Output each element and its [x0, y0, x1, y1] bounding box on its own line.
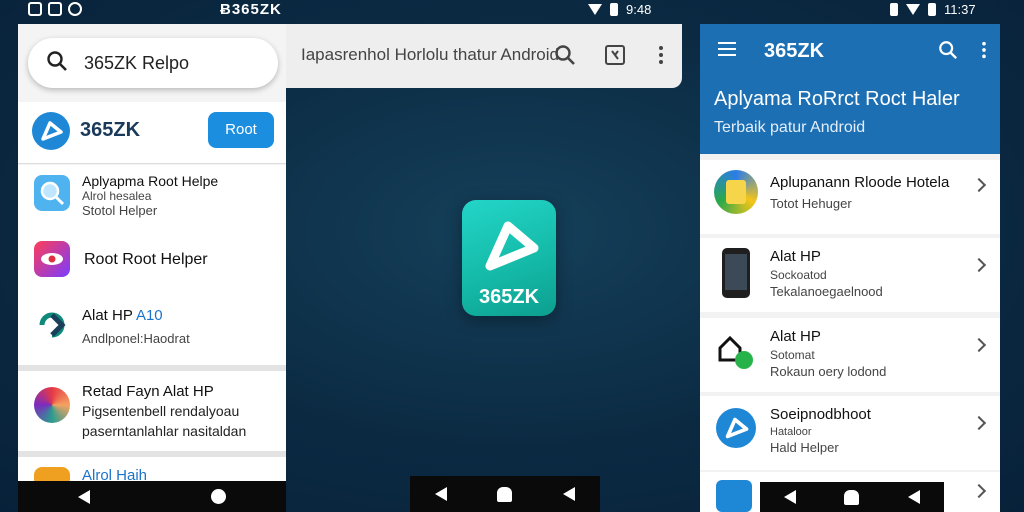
eye-app-icon [34, 241, 70, 277]
magnifier-app-icon [34, 175, 70, 211]
subheadline: Terbaik patur Android [714, 119, 866, 136]
app-logo-icon [32, 112, 70, 150]
back-icon[interactable] [78, 489, 91, 504]
recents-icon[interactable] [562, 487, 575, 501]
app-logo-icon [716, 480, 752, 512]
notification-icon [28, 2, 42, 16]
phone-icon [722, 248, 750, 298]
list-item-title: Aplyapma Root Helpe [82, 173, 219, 189]
connect-icon [718, 335, 753, 369]
app-launcher-icon[interactable]: 365ZK [462, 200, 556, 316]
android-navbar [18, 481, 286, 512]
status-bar-center-text: Ƀ365ZK [220, 1, 282, 18]
list-item-subtitle: Sotomat [770, 348, 815, 362]
headline: Aplyama RoRrct Roct Haler [714, 88, 960, 110]
list-item-title: Root Root Helper [84, 251, 208, 268]
list-item-subtitle: Tekalanoegaelnood [770, 284, 883, 299]
list-item-subtitle: Stotol Helper [82, 203, 158, 218]
status-bar-right: 11:37 [890, 2, 976, 17]
list-item[interactable]: Soeipnodbhoot Hataloor Hald Helper [700, 396, 1000, 470]
root-button[interactable]: Root [208, 112, 274, 148]
list-item[interactable]: Alat HP Sockoatod Tekalanoegaelnood [700, 238, 1000, 312]
home-icon[interactable] [210, 489, 226, 504]
tools-app-icon [714, 170, 758, 214]
clock: 11:37 [944, 2, 976, 17]
list-item-title-accent: A10 [135, 307, 163, 324]
list-item[interactable]: Aplupanann Rloode Hotela Totot Hehuger [700, 160, 1000, 234]
app-launcher-label: 365ZK [478, 286, 540, 308]
chevron-right-icon [971, 177, 987, 193]
home-icon[interactable] [497, 486, 513, 502]
url-bar-text[interactable]: Iapasrenhol Horlolu thatur Android [301, 45, 559, 65]
battery-icon [928, 3, 936, 16]
search-icon [47, 51, 67, 71]
gallery-icon [48, 2, 62, 16]
list-item-subtitle: Hald Helper [770, 440, 839, 455]
home-icon[interactable] [844, 489, 860, 505]
list-item-subtitle: Totot Hehuger [770, 196, 852, 211]
search-icon[interactable] [554, 44, 576, 66]
refresh-app-icon [34, 307, 70, 343]
list-item[interactable]: Retad Fayn Alat HP Pigsentenbell rendaly… [18, 371, 286, 451]
list-item-title: Retad Fayn Alat HP [82, 383, 214, 400]
more-vert-icon[interactable] [650, 44, 672, 66]
list-item-title: Alat HP A10 [82, 307, 163, 324]
sync-icon [68, 2, 82, 16]
list-item[interactable]: Aplyapma Root Helpe Alrol hesalea Stotol… [18, 165, 286, 229]
wifi-icon [906, 4, 920, 15]
tabs-icon[interactable] [604, 44, 626, 66]
menu-icon[interactable] [718, 42, 736, 56]
search-results-panel: 365ZK Relpo 365ZK Root Aplyapma Root Hel… [18, 24, 286, 512]
app-logo-icon [716, 408, 756, 448]
list-item-subtitle: Alrol hesalea [82, 189, 152, 203]
results-list: Aplyapma Root Helpe Alrol hesalea Stotol… [18, 165, 286, 365]
status-bar-left [28, 2, 82, 16]
app-name: 365ZK [80, 119, 141, 141]
list-item-subtitle: Rokaun oery lodond [770, 364, 887, 379]
status-bar-middle: 9:48 [588, 2, 651, 17]
list-item-title: Alat HP [770, 248, 821, 265]
list-item[interactable]: Alat HP A10 Andlponel:Haodrat [18, 297, 286, 361]
chevron-right-icon [971, 257, 987, 273]
back-icon[interactable] [784, 490, 797, 504]
list-item-subtitle: paserntanlahlar nasitaldan [82, 423, 247, 439]
list-item[interactable]: Alat HP Sotomat Rokaun oery lodond [700, 318, 1000, 392]
clock: 9:48 [626, 2, 652, 17]
app-bar: 365ZK Aplyama RoRrct Roct Haler Terbaik … [700, 24, 1000, 154]
app-bar-title: 365ZK [764, 40, 825, 62]
android-navbar [760, 482, 944, 512]
list-item-title: Alat HP [770, 328, 821, 345]
list-item-title: Soeipnodbhoot [770, 406, 871, 423]
colorful-app-icon [34, 387, 70, 423]
recents-icon[interactable] [907, 490, 920, 504]
vibrate-icon [890, 3, 898, 16]
list-item[interactable]: Root Root Helper [18, 233, 286, 289]
wifi-icon [588, 4, 602, 15]
list-item-subtitle: Pigsentenbell rendalyoau [82, 403, 240, 419]
chevron-right-icon [971, 483, 987, 499]
list-item-subtitle: Hataloor [770, 426, 812, 438]
list-item-title-text: Alat HP [82, 307, 133, 324]
search-input[interactable]: 365ZK Relpo [28, 38, 278, 88]
search-query: 365ZK Relpo [84, 53, 190, 73]
play-arrow-icon [485, 221, 539, 271]
list-item-subtitle: Andlponel:Haodrat [82, 331, 190, 346]
list-item-subtitle: Sockoatod [770, 268, 827, 282]
chevron-right-icon [971, 337, 987, 353]
search-icon[interactable] [938, 40, 958, 60]
app-header-row: 365ZK Root [18, 102, 286, 164]
app-detail-panel: 365ZK Aplyama RoRrct Roct Haler Terbaik … [700, 24, 1000, 512]
chevron-right-icon [971, 415, 987, 431]
android-navbar [410, 476, 600, 512]
back-icon[interactable] [435, 487, 448, 501]
battery-icon [610, 3, 618, 16]
more-vert-icon[interactable] [974, 40, 994, 60]
list-item-title: Aplupanann Rloode Hotela [770, 174, 950, 191]
